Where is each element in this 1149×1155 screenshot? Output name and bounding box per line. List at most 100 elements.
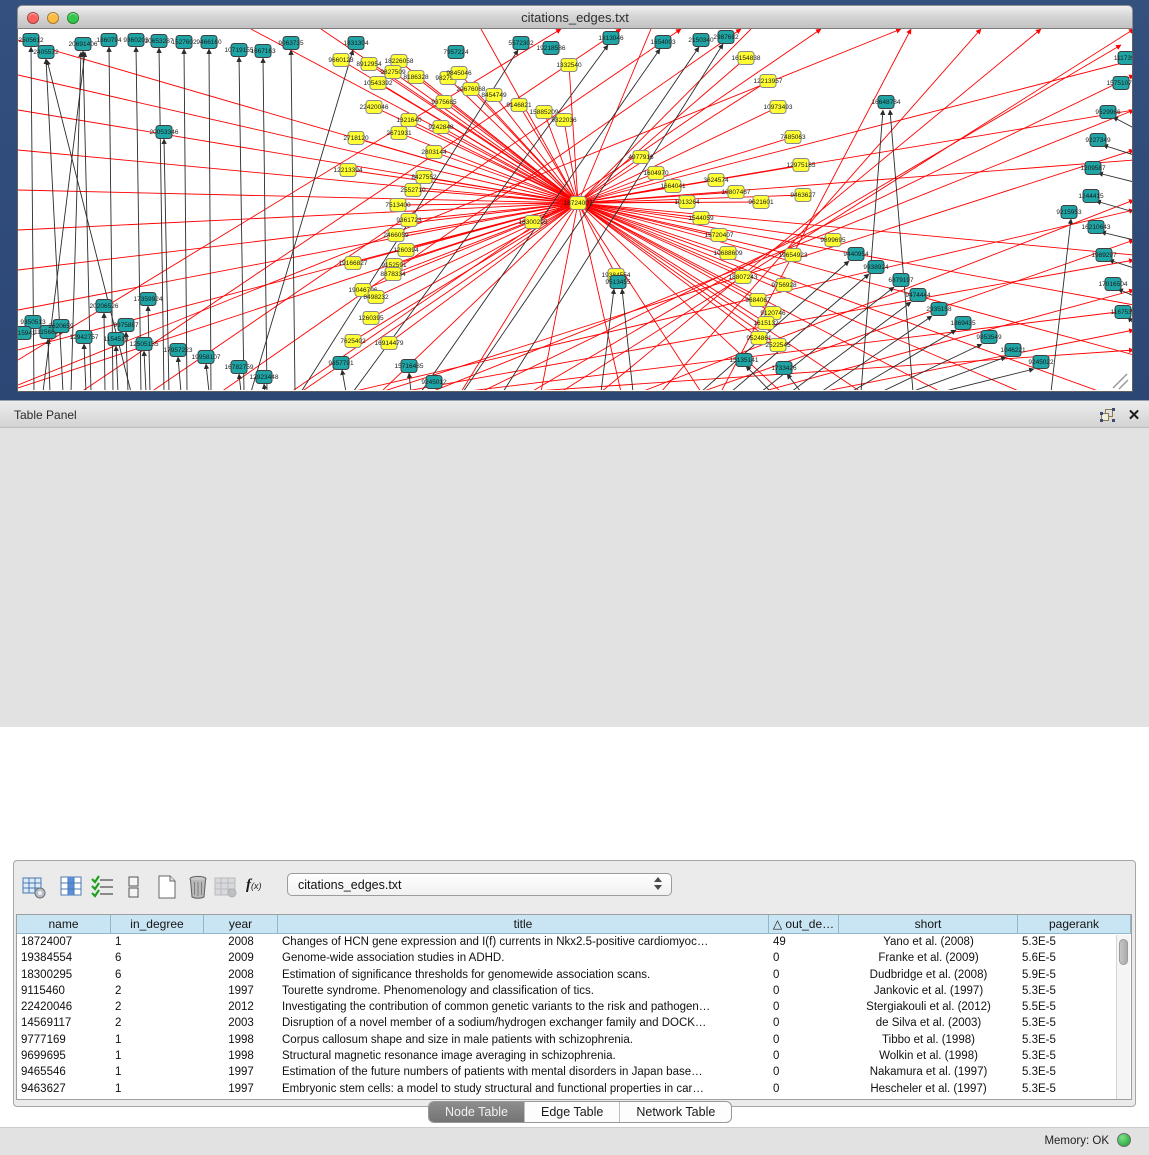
graph-edge[interactable] xyxy=(791,302,911,390)
graph-node[interactable]: 1664041 xyxy=(660,180,686,193)
graph-node[interactable]: 2803144 xyxy=(421,146,447,159)
graph-node[interactable]: 1527602 xyxy=(171,36,197,49)
float-panel-icon[interactable] xyxy=(1100,408,1115,422)
graph-edge[interactable] xyxy=(881,344,982,390)
graph-node[interactable]: 16782759 xyxy=(225,361,254,374)
column-header-out_de[interactable]: △ out_de… xyxy=(769,915,839,934)
graph-node[interactable]: 16210643 xyxy=(1082,221,1111,234)
table-row[interactable]: 1872400712008Changes of HCN gene express… xyxy=(17,934,1131,950)
graph-node[interactable]: 20053346 xyxy=(150,126,179,139)
graph-node[interactable]: 2718120 xyxy=(343,132,369,145)
graph-edge[interactable] xyxy=(941,369,1034,390)
graph-node[interactable]: 6879197 xyxy=(888,274,914,287)
column-header-in_degree[interactable]: in_degree xyxy=(111,915,204,934)
table-row[interactable]: 946362711997Embryonic stem cells: a mode… xyxy=(17,1081,1131,1097)
graph-node[interactable]: 1860794 xyxy=(96,34,122,47)
graph-edge[interactable] xyxy=(746,366,771,390)
graph-edge[interactable] xyxy=(601,29,1041,390)
graph-edge[interactable] xyxy=(209,49,211,390)
memory-status-indicator[interactable] xyxy=(1117,1133,1131,1147)
graph-edge[interactable] xyxy=(221,29,741,390)
graph-node[interactable]: 9215953 xyxy=(1056,206,1082,219)
graph-node[interactable]: 9227349 xyxy=(1085,134,1111,147)
column-header-pagerank[interactable]: pagerank xyxy=(1018,915,1131,934)
graph-edge[interactable] xyxy=(291,50,295,390)
graph-edge[interactable] xyxy=(578,203,793,255)
graph-node[interactable]: 1117398 xyxy=(1114,52,1132,65)
select-rows-check-icon[interactable] xyxy=(90,874,116,900)
graph-edge[interactable] xyxy=(481,75,1132,390)
graph-node[interactable]: 12942757 xyxy=(70,331,99,344)
graph-node[interactable]: 8912954 xyxy=(356,58,382,71)
graph-node[interactable]: 12975185 xyxy=(787,159,816,172)
graph-edge[interactable] xyxy=(18,203,578,310)
graph-node[interactable]: 9146821 xyxy=(506,99,532,112)
column-header-short[interactable]: short xyxy=(839,915,1018,934)
network-window-titlebar[interactable]: citations_edges.txt xyxy=(17,5,1133,29)
table-settings-icon[interactable] xyxy=(21,874,47,900)
graph-node[interactable]: 1013264 xyxy=(674,196,700,209)
graph-node[interactable]: 1244415 xyxy=(1078,190,1104,203)
graph-edge[interactable] xyxy=(890,110,913,390)
table-vertical-scrollbar[interactable] xyxy=(1116,935,1130,1099)
canvas-resize-grip[interactable] xyxy=(1113,374,1128,389)
graph-edge[interactable] xyxy=(622,289,633,390)
graph-node[interactable]: 7513400 xyxy=(385,199,411,212)
graph-node[interactable]: 9474444 xyxy=(905,289,931,302)
graph-node[interactable]: 16154838 xyxy=(732,52,761,65)
column-header-year[interactable]: year xyxy=(204,915,278,934)
graph-node[interactable]: 12505135 xyxy=(130,338,159,351)
graph-node[interactable]: 9063735 xyxy=(278,37,304,50)
graph-edge[interactable] xyxy=(239,374,241,390)
graph-node[interactable]: 10653287 xyxy=(145,35,174,48)
graph-node[interactable]: 17359924 xyxy=(134,293,163,306)
table-row[interactable]: 1830029562008Estimation of significance … xyxy=(17,967,1131,983)
graph-edge[interactable] xyxy=(31,47,34,390)
graph-node[interactable]: 4977916 xyxy=(628,151,654,164)
graph-node[interactable]: 10807467 xyxy=(722,186,751,199)
stacked-rows-icon[interactable] xyxy=(121,874,147,900)
graph-edge[interactable] xyxy=(1101,232,1132,240)
table-source-dropdown[interactable]: citations_edges.txt xyxy=(287,873,672,896)
graph-edge[interactable] xyxy=(104,313,105,390)
graph-node[interactable]: 19166827 xyxy=(339,257,368,270)
graph-node[interactable]: 9466160 xyxy=(196,36,222,49)
graph-node[interactable]: 1813046 xyxy=(598,32,624,45)
table-row[interactable]: 946554611997Estimation of the future num… xyxy=(17,1064,1131,1080)
column-header-title[interactable]: title xyxy=(278,915,769,934)
graph-node[interactable]: 1831304 xyxy=(343,37,369,50)
graph-edge[interactable] xyxy=(84,344,86,390)
table-row[interactable]: 1938455462009Genome-wide association stu… xyxy=(17,950,1131,966)
graph-edge[interactable] xyxy=(144,351,146,390)
graph-node[interactable]: 9621601 xyxy=(748,196,774,209)
graph-node[interactable]: 1167534 xyxy=(1111,306,1132,319)
graph-edge[interactable] xyxy=(601,289,614,390)
graph-node[interactable]: 19218586 xyxy=(537,42,566,55)
graph-node[interactable]: 1154519 xyxy=(104,333,129,346)
graph-node[interactable]: 2405572 xyxy=(33,46,59,59)
table-row[interactable]: 911546021997Tourette syndrome. Phenomeno… xyxy=(17,983,1131,999)
graph-node[interactable]: 9975887 xyxy=(113,319,139,332)
graph-edge[interactable] xyxy=(239,57,244,390)
graph-node[interactable]: 12213957 xyxy=(754,75,783,88)
graph-node[interactable]: 15716485 xyxy=(395,360,424,373)
graph-edge[interactable] xyxy=(409,373,411,390)
graph-node[interactable]: 1733426 xyxy=(771,362,797,375)
graph-node[interactable]: 1604970 xyxy=(643,167,669,180)
delete-trash-icon[interactable] xyxy=(185,874,211,900)
graph-edge[interactable] xyxy=(18,203,578,388)
graph-node[interactable]: 7485063 xyxy=(780,131,806,144)
graph-node[interactable]: 9440954 xyxy=(843,248,869,261)
graph-node[interactable]: 2552710 xyxy=(400,184,426,197)
graph-node[interactable]: 9245022 xyxy=(1028,356,1054,369)
network-canvas[interactable]: 1872400718300295193845549660123891295418… xyxy=(17,29,1133,392)
graph-node[interactable]: 17016504 xyxy=(1099,278,1128,291)
new-document-icon[interactable] xyxy=(154,874,180,900)
graph-node[interactable]: 7957224 xyxy=(443,46,469,59)
graph-node[interactable]: 16648784 xyxy=(872,96,901,109)
graph-edge[interactable] xyxy=(1103,145,1132,155)
graph-edge[interactable] xyxy=(531,45,1121,390)
graph-edge[interactable] xyxy=(206,364,209,390)
column-header-name[interactable]: name xyxy=(17,915,111,934)
graph-edge[interactable] xyxy=(578,203,621,390)
